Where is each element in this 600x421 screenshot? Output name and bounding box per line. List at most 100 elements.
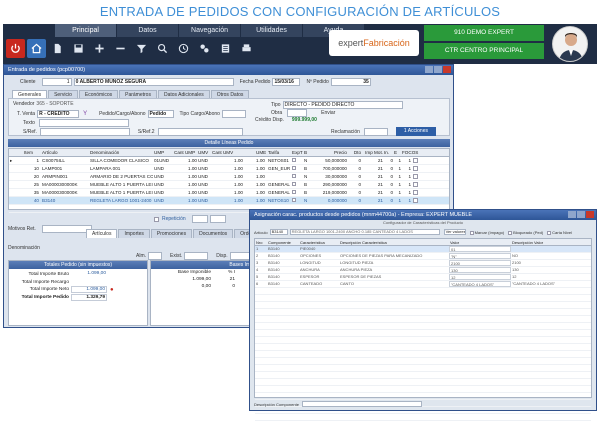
tab-articulos[interactable]: Artículos — [86, 229, 118, 238]
document-icon[interactable] — [48, 39, 67, 58]
config-cell-valor[interactable]: 2100 — [449, 260, 511, 266]
clock-icon[interactable] — [174, 39, 193, 58]
close-icon[interactable] — [443, 66, 451, 73]
config-articulo-field[interactable]: B3140 — [269, 229, 288, 235]
row-selector[interactable]: ▸ — [9, 157, 23, 164]
close-icon[interactable] — [586, 211, 594, 218]
menu-navegacion[interactable]: Navegación — [179, 24, 241, 37]
row-checkbox[interactable] — [413, 174, 418, 179]
print-icon[interactable] — [237, 39, 256, 58]
row-checkbox[interactable] — [413, 158, 418, 163]
tab-promociones[interactable]: Promociones — [150, 229, 193, 238]
table-row[interactable]: 4 B3140 ANCHURA ANCHURA PIEZA 130 130 — [255, 267, 591, 274]
bloqueado-checkbox[interactable] — [508, 230, 513, 235]
config-cell-valor[interactable]: "N" — [449, 253, 511, 259]
config-col-desc-valor[interactable]: Descripción Valor — [511, 239, 581, 245]
company-button[interactable]: 910 DEMO EXPERT — [424, 25, 544, 41]
tipo-cargo-field[interactable] — [221, 110, 246, 118]
repeticion-checkbox[interactable] — [154, 217, 159, 222]
row-selector[interactable] — [9, 189, 23, 196]
maximize-icon[interactable] — [434, 66, 442, 73]
col-denominacion[interactable]: Denominación — [89, 149, 153, 156]
carta-checkbox[interactable] — [547, 230, 552, 235]
center-button[interactable]: CTR CENTRO PRINCIPAL — [424, 43, 544, 59]
home-icon[interactable] — [27, 39, 46, 58]
maximize-icon[interactable] — [577, 211, 585, 218]
tag-icon[interactable]: Y — [83, 111, 87, 117]
table-row[interactable]: 40 B3140 REGLETA LARGO 1001-2400 UND 1.00 UND… — [9, 197, 449, 205]
table-row[interactable]: 20 ARMPIN001 ARMARIO DE 2 PUERTAS CO UND 1.0… — [9, 173, 449, 181]
col-item[interactable]: Item — [23, 149, 41, 156]
config-cell-valor[interactable]: "CANTEADO 4 LADOS" — [449, 281, 511, 287]
enviar-label[interactable]: Enviar — [321, 110, 335, 116]
table-row[interactable]: 6 B3140 CANTEADO CANTO "CANTEADO 4 LADOS" "CA… — [255, 281, 591, 288]
remove-icon[interactable] — [111, 39, 130, 58]
table-row[interactable]: 25 MA0000300000K MUEBLE ALTO 1 PUERTA LEI U… — [9, 181, 449, 189]
col-e[interactable]: E — [393, 149, 401, 156]
table-row[interactable]: 2 B3140 OPCIONES OPCIONES DE PIEZAS PARA ME… — [255, 253, 591, 260]
menu-utilidades[interactable]: Utilidades — [241, 24, 303, 37]
alert-icon[interactable]: ● — [110, 287, 114, 293]
fecha-field[interactable]: 15/03/16 — [272, 78, 301, 86]
sref2-field[interactable] — [157, 128, 243, 136]
cliente-num-field[interactable]: 1 — [41, 78, 72, 86]
table-row[interactable]: 35 MA0000300000K MUEBLE ALTO 1 PUERTA LEI U… — [9, 189, 449, 197]
row-checkbox[interactable] — [413, 166, 418, 171]
col-cant-ump[interactable]: Cant UMP — [173, 149, 197, 156]
filter-icon[interactable] — [132, 39, 151, 58]
col-expt[interactable]: ExpT — [291, 149, 303, 156]
reclamacion-field[interactable] — [363, 127, 388, 136]
table-row[interactable]: ▸ 1 CS0075ILL SILLA COMEDOR CLASICO 01UND 1.0… — [9, 157, 449, 165]
config-cell-valor[interactable]: 01 — [449, 246, 511, 252]
avatar[interactable] — [552, 26, 588, 62]
num-pedido-field[interactable]: 35 — [330, 78, 371, 86]
config-col-componente[interactable]: Componente — [267, 239, 299, 245]
list-icon[interactable] — [216, 39, 235, 58]
menu-principal[interactable]: Principal — [55, 24, 117, 37]
save-icon[interactable] — [69, 39, 88, 58]
row-checkbox[interactable] — [413, 190, 418, 195]
tventa-field[interactable]: R - CREDITO — [37, 110, 80, 118]
config-col-valor[interactable]: Valor — [449, 239, 511, 245]
motivos-field[interactable] — [41, 225, 92, 233]
col-tarifa[interactable]: Tarifa — [267, 149, 291, 156]
config-col-nro[interactable]: Nro — [255, 239, 267, 245]
col-dto[interactable]: Dto — [347, 149, 361, 156]
col-precio[interactable]: Precio — [311, 149, 347, 156]
cliente-name-field[interactable]: 0 ALBERTO MUÑOZ SEGURA — [73, 78, 234, 86]
config-cell-valor[interactable]: 130 — [449, 267, 511, 273]
col-umv[interactable]: UMV — [197, 149, 211, 156]
table-row[interactable]: 10 LAMP001 LAMPARA 001 UND 1.00 UND 1.00 1.00 GE… — [9, 165, 449, 173]
acciones-button[interactable]: 1 Acciones — [395, 127, 436, 136]
minimize-icon[interactable] — [568, 211, 576, 218]
tab-documentos[interactable]: Documentos — [193, 229, 234, 238]
add-icon[interactable] — [90, 39, 109, 58]
col-b[interactable]: B — [303, 149, 311, 156]
menu-datos[interactable]: Datos — [117, 24, 179, 37]
repeticion-field-1[interactable] — [191, 215, 208, 223]
row-selector[interactable] — [9, 181, 23, 188]
texto-field[interactable] — [38, 119, 129, 127]
alm-field[interactable] — [148, 252, 162, 260]
settings-icon[interactable] — [195, 39, 214, 58]
table-row[interactable]: 3 B3140 LONGITUD LONGITUD PIEZA 2100 2100 — [255, 260, 591, 267]
marcar-checkbox[interactable] — [469, 230, 474, 235]
tab-importes[interactable]: Importes — [118, 229, 150, 238]
row-selector[interactable] — [9, 197, 23, 204]
config-col-caracteristica[interactable]: Característica — [299, 239, 339, 245]
col-focos[interactable]: FOCOS — [401, 149, 425, 156]
col-ump[interactable]: UMP — [153, 149, 173, 156]
row-selector[interactable] — [9, 165, 23, 172]
sref-field[interactable] — [39, 128, 130, 136]
col-ume[interactable]: UME — [255, 149, 267, 156]
col-in[interactable]: In. — [383, 149, 393, 156]
pedido-cargo-field[interactable]: Pedido — [147, 110, 174, 118]
obra-field[interactable] — [287, 109, 308, 117]
row-checkbox[interactable] — [413, 182, 418, 187]
row-checkbox[interactable] — [413, 198, 418, 203]
row-selector[interactable] — [9, 173, 23, 180]
power-icon[interactable] — [6, 39, 25, 58]
table-row[interactable]: 1 B3140 PIE0040 01 — [255, 246, 591, 253]
col-articulo[interactable]: Artículo — [41, 149, 89, 156]
tipo-select[interactable]: DIRECTO - PEDIDO DIRECTO — [282, 101, 403, 109]
